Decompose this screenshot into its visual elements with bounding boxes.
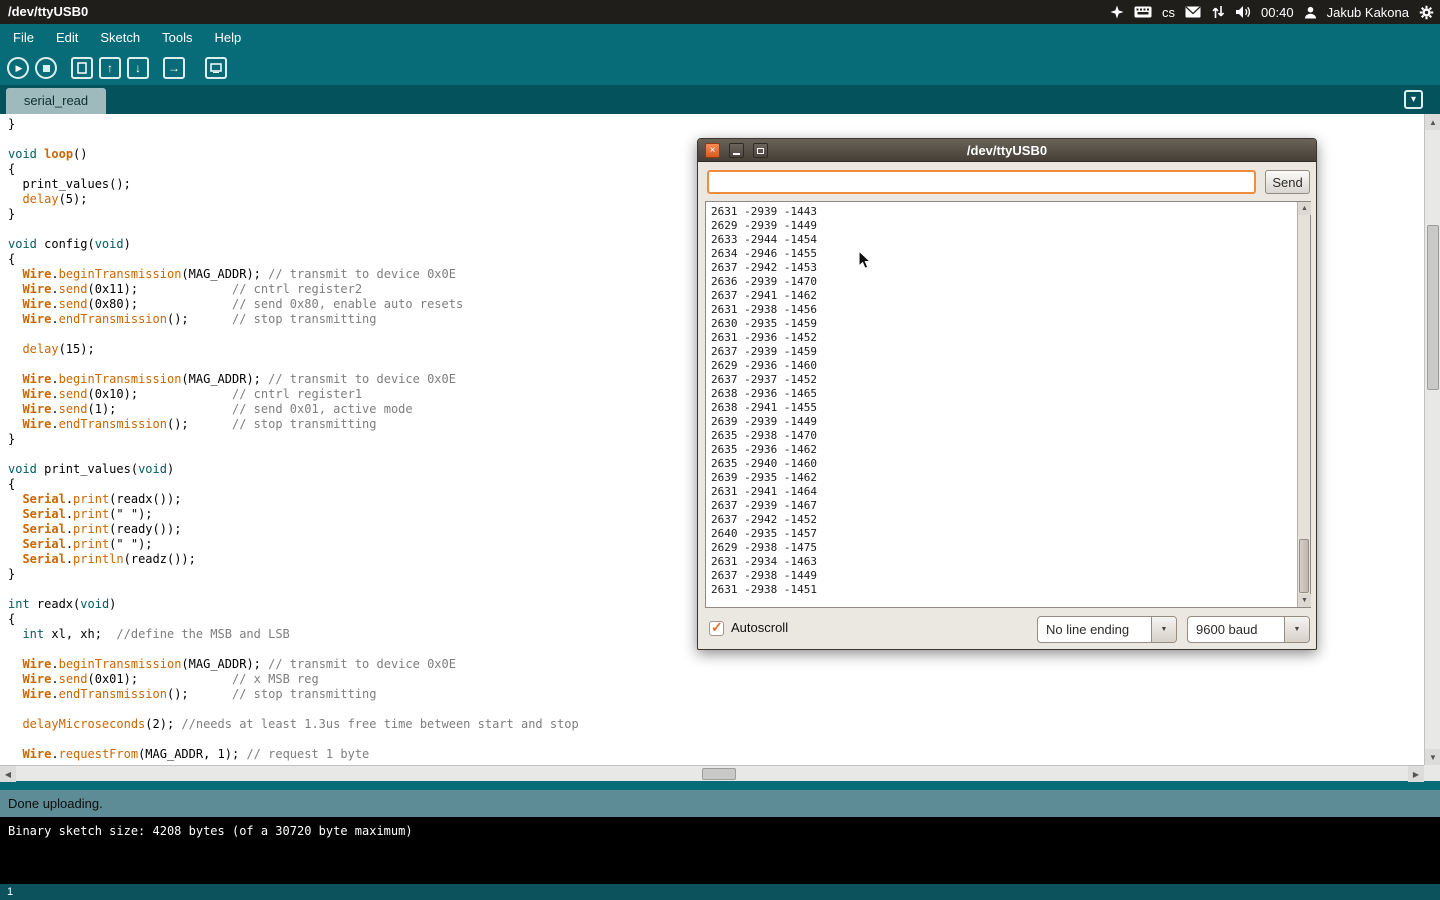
keyboard-layout-icon[interactable] bbox=[1134, 6, 1152, 18]
scroll-down-arrow[interactable]: ▼ bbox=[1425, 749, 1440, 765]
tab-menu-button[interactable]: ▾ bbox=[1404, 90, 1423, 109]
menu-help[interactable]: Help bbox=[203, 24, 252, 51]
menu-edit[interactable]: Edit bbox=[45, 24, 89, 51]
mail-icon[interactable] bbox=[1185, 6, 1201, 18]
save-sketch-button[interactable]: ↓ bbox=[127, 57, 149, 79]
editor-horizontal-scrollbar[interactable]: ◀ ▶ bbox=[0, 765, 1424, 781]
serial-output: 2631 -2939 -1443 2629 -2939 -1449 2633 -… bbox=[706, 202, 1310, 600]
verify-button[interactable]: ▶ bbox=[7, 57, 29, 79]
editor-vertical-scrollbar[interactable]: ▲ ▼ bbox=[1424, 114, 1440, 765]
scroll-up-arrow[interactable]: ▲ bbox=[1425, 114, 1440, 130]
serial-scrollbar[interactable]: ▲ ▼ bbox=[1297, 202, 1310, 607]
serial-input[interactable] bbox=[707, 170, 1256, 194]
gear-icon[interactable] bbox=[1419, 5, 1434, 20]
menubar: File Edit Sketch Tools Help bbox=[0, 24, 1440, 51]
chevron-down-icon[interactable]: ▼ bbox=[1151, 617, 1176, 642]
network-arrows-icon[interactable] bbox=[1211, 5, 1225, 19]
serial-scroll-thumb[interactable] bbox=[1299, 539, 1309, 593]
toolbar: ▶ ↑ ↓ → bbox=[0, 51, 1440, 85]
serial-monitor-titlebar[interactable]: × /dev/ttyUSB0 bbox=[698, 139, 1316, 162]
volume-icon[interactable] bbox=[1235, 5, 1251, 19]
open-sketch-button[interactable]: ↑ bbox=[99, 57, 121, 79]
tabbar: serial_read ▾ bbox=[0, 85, 1440, 114]
tab-serial-read[interactable]: serial_read bbox=[6, 88, 106, 114]
upload-button[interactable]: → bbox=[163, 57, 185, 79]
vertical-scroll-thumb[interactable] bbox=[1427, 225, 1439, 390]
up-arrow-icon: ↑ bbox=[107, 62, 113, 74]
desktop: /dev/ttyUSB0 cs 00:40 Jakub Kakona bbox=[0, 0, 1440, 900]
serial-output-area[interactable]: 2631 -2939 -1443 2629 -2939 -1449 2633 -… bbox=[705, 201, 1311, 608]
serial-scroll-down-arrow[interactable]: ▼ bbox=[1298, 594, 1311, 607]
user-icon bbox=[1304, 6, 1317, 19]
window-title: /dev/ttyUSB0 bbox=[698, 139, 1316, 162]
baud-rate-select[interactable]: 9600 baud ▼ bbox=[1187, 616, 1310, 643]
scrollbar-corner bbox=[1424, 765, 1440, 781]
document-icon bbox=[77, 62, 87, 74]
baud-rate-value: 9600 baud bbox=[1188, 617, 1284, 642]
line-number-strip: 1 bbox=[0, 884, 1440, 900]
right-arrow-icon: → bbox=[168, 62, 180, 74]
check-icon: ✓ bbox=[711, 619, 723, 636]
ide-status-bar: Done uploading. bbox=[0, 790, 1440, 817]
username[interactable]: Jakub Kakona bbox=[1327, 5, 1409, 20]
down-arrow-icon: ↓ bbox=[135, 62, 141, 74]
sparkle-indicator-icon[interactable] bbox=[1110, 5, 1124, 19]
console-line: Binary sketch size: 4208 bytes (of a 307… bbox=[8, 824, 413, 838]
autoscroll-label: Autoscroll bbox=[731, 620, 788, 635]
panel-indicators: cs 00:40 Jakub Kakona bbox=[1110, 0, 1434, 24]
line-ending-value: No line ending bbox=[1038, 617, 1151, 642]
menu-sketch[interactable]: Sketch bbox=[89, 24, 151, 51]
panel-window-title: /dev/ttyUSB0 bbox=[8, 0, 88, 24]
keyboard-layout-label[interactable]: cs bbox=[1162, 5, 1175, 20]
horizontal-scroll-thumb[interactable] bbox=[702, 768, 736, 780]
scroll-left-arrow[interactable]: ◀ bbox=[0, 766, 16, 782]
autoscroll-checkbox[interactable]: ✓ bbox=[709, 621, 724, 636]
clock[interactable]: 00:40 bbox=[1261, 5, 1294, 20]
line-ending-select[interactable]: No line ending ▼ bbox=[1037, 616, 1177, 643]
new-sketch-button[interactable] bbox=[71, 57, 93, 79]
chevron-down-icon: ▾ bbox=[1411, 94, 1416, 105]
menu-file[interactable]: File bbox=[2, 24, 45, 51]
serial-monitor-window: × /dev/ttyUSB0 Send 2631 -2939 -1443 262… bbox=[697, 138, 1317, 650]
stop-button[interactable] bbox=[35, 57, 57, 79]
line-number-indicator: 1 bbox=[7, 886, 13, 898]
menu-tools[interactable]: Tools bbox=[151, 24, 203, 51]
send-button[interactable]: Send bbox=[1265, 170, 1310, 194]
scroll-right-arrow[interactable]: ▶ bbox=[1408, 766, 1424, 782]
serial-monitor-button[interactable] bbox=[205, 57, 227, 79]
console-output: Binary sketch size: 4208 bytes (of a 307… bbox=[0, 817, 1440, 884]
play-icon: ▶ bbox=[14, 64, 23, 73]
top-panel: /dev/ttyUSB0 cs 00:40 Jakub Kakona bbox=[0, 0, 1440, 24]
status-message: Done uploading. bbox=[8, 796, 103, 811]
serial-scroll-up-arrow[interactable]: ▲ bbox=[1298, 202, 1311, 215]
monitor-icon bbox=[210, 63, 222, 73]
chevron-down-icon[interactable]: ▼ bbox=[1284, 617, 1309, 642]
stop-icon bbox=[43, 65, 50, 72]
